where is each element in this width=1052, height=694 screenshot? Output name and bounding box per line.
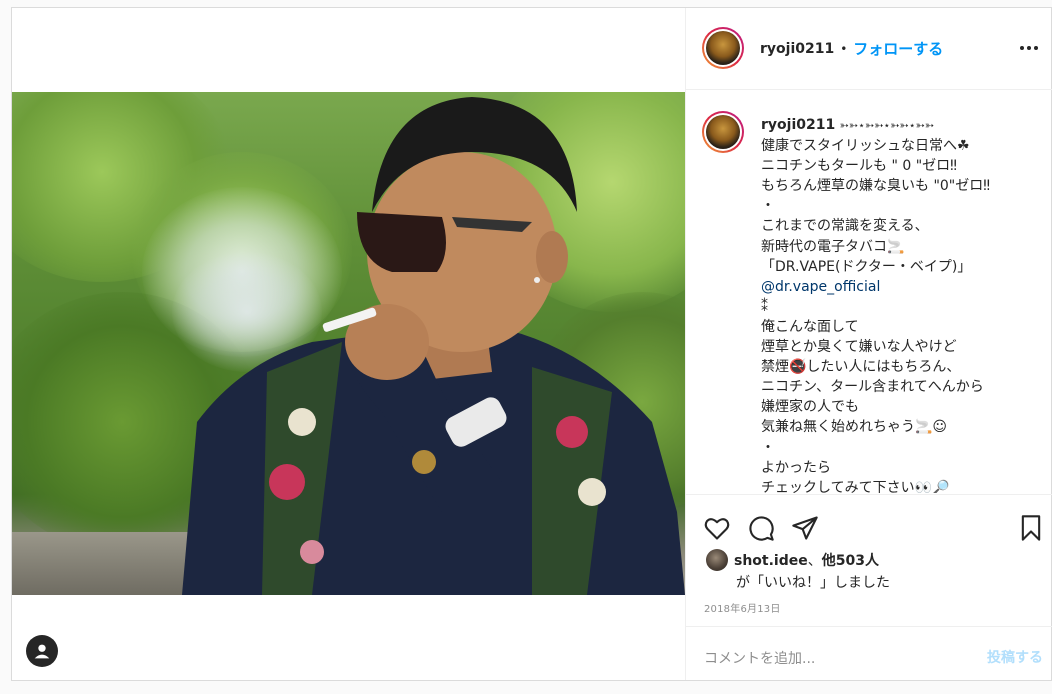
bookmark-icon[interactable] bbox=[1017, 514, 1045, 542]
caption-line: ・ bbox=[761, 198, 775, 215]
caption-line: もちろん煙草の嫌な臭いも "0"ゼロ‼ bbox=[761, 178, 991, 195]
caption-line: 健康でスタイリッシュな日常へ☘ bbox=[761, 138, 970, 155]
liker-avatar[interactable] bbox=[706, 549, 728, 571]
caption-avatar[interactable] bbox=[702, 111, 744, 153]
caption-line: ニコチンもタールも " 0 "ゼロ‼ bbox=[761, 158, 957, 175]
caption-line: 気兼ね無く始めれちゃう🚬☺ bbox=[761, 419, 948, 436]
caption-line: 新時代の電子タバコ🚬 bbox=[761, 238, 905, 255]
caption-line: ・ bbox=[761, 439, 775, 456]
post-photo[interactable] bbox=[12, 92, 685, 595]
caption-text: ryoji0211 ➳➳⋆➳➳⋆➳➳⋆➳➳ 健康でスタイリッシュな日常へ☘ ニコ… bbox=[761, 115, 1046, 493]
caption-line: 俺こんな面して bbox=[761, 318, 859, 335]
mention-link[interactable]: @dr.vape_official bbox=[761, 277, 1046, 297]
likes-summary: shot.idee、他503人 bbox=[706, 549, 879, 571]
avatar[interactable] bbox=[702, 27, 744, 69]
caption-line: 禁煙🚭したい人にはもちろん、 bbox=[761, 359, 961, 376]
caption-line: ニコチン、タール含まれてへんから bbox=[761, 379, 984, 396]
post-date[interactable]: 2018年6月13日 bbox=[704, 600, 781, 615]
likes-suffix: が「いいね！」しました bbox=[736, 575, 890, 591]
caption-line: 嫌煙家の人でも bbox=[761, 399, 859, 416]
likes-separator: 、 bbox=[807, 553, 822, 569]
media-panel bbox=[12, 8, 685, 680]
heart-icon[interactable] bbox=[703, 514, 731, 542]
caption-line: チェックしてみて下さい👀🔎 bbox=[761, 479, 950, 493]
caption-line: ⁑ bbox=[761, 298, 768, 315]
caption-line: よかったら bbox=[761, 459, 831, 476]
person-figure bbox=[182, 97, 685, 595]
comment-icon[interactable] bbox=[747, 514, 775, 542]
post-modal: ryoji0211 • フォローする ryoji0211 ➳➳⋆➳➳⋆➳➳⋆➳➳… bbox=[11, 7, 1052, 681]
caption-line: これまでの常識を変える、 bbox=[761, 218, 929, 235]
post-header: ryoji0211 • フォローする bbox=[686, 8, 1052, 90]
header-username[interactable]: ryoji0211 bbox=[760, 41, 834, 57]
post-comment-button[interactable]: 投稿する bbox=[987, 647, 1043, 667]
caption-line: 「DR.VAPE(ドクター・ベイプ)」 bbox=[761, 258, 972, 275]
follow-button[interactable]: フォローする bbox=[853, 38, 943, 59]
more-options-icon[interactable] bbox=[1019, 38, 1039, 58]
caption-line: 煙草とか臭くて嫌いな人やけど bbox=[761, 339, 957, 356]
caption-username[interactable]: ryoji0211 bbox=[761, 117, 835, 133]
header-separator: • bbox=[840, 41, 848, 56]
comment-form: コメントを追加... 投稿する bbox=[686, 626, 1052, 681]
account-icon[interactable] bbox=[26, 635, 58, 667]
comment-input[interactable]: コメントを追加... bbox=[704, 648, 815, 668]
liker-username[interactable]: shot.idee bbox=[734, 553, 808, 569]
share-icon[interactable] bbox=[791, 514, 819, 542]
account-glyph bbox=[34, 644, 50, 659]
caption-area: ryoji0211 ➳➳⋆➳➳⋆➳➳⋆➳➳ 健康でスタイリッシュな日常へ☘ ニコ… bbox=[686, 91, 1052, 493]
caption-line: ➳➳⋆➳➳⋆➳➳⋆➳➳ bbox=[839, 119, 935, 132]
likes-count[interactable]: 他503人 bbox=[822, 553, 879, 569]
post-side-panel: ryoji0211 • フォローする ryoji0211 ➳➳⋆➳➳⋆➳➳⋆➳➳… bbox=[685, 8, 1052, 680]
post-actions: shot.idee、他503人 が「いいね！」しました 2018年6月13日 コ… bbox=[686, 494, 1052, 680]
